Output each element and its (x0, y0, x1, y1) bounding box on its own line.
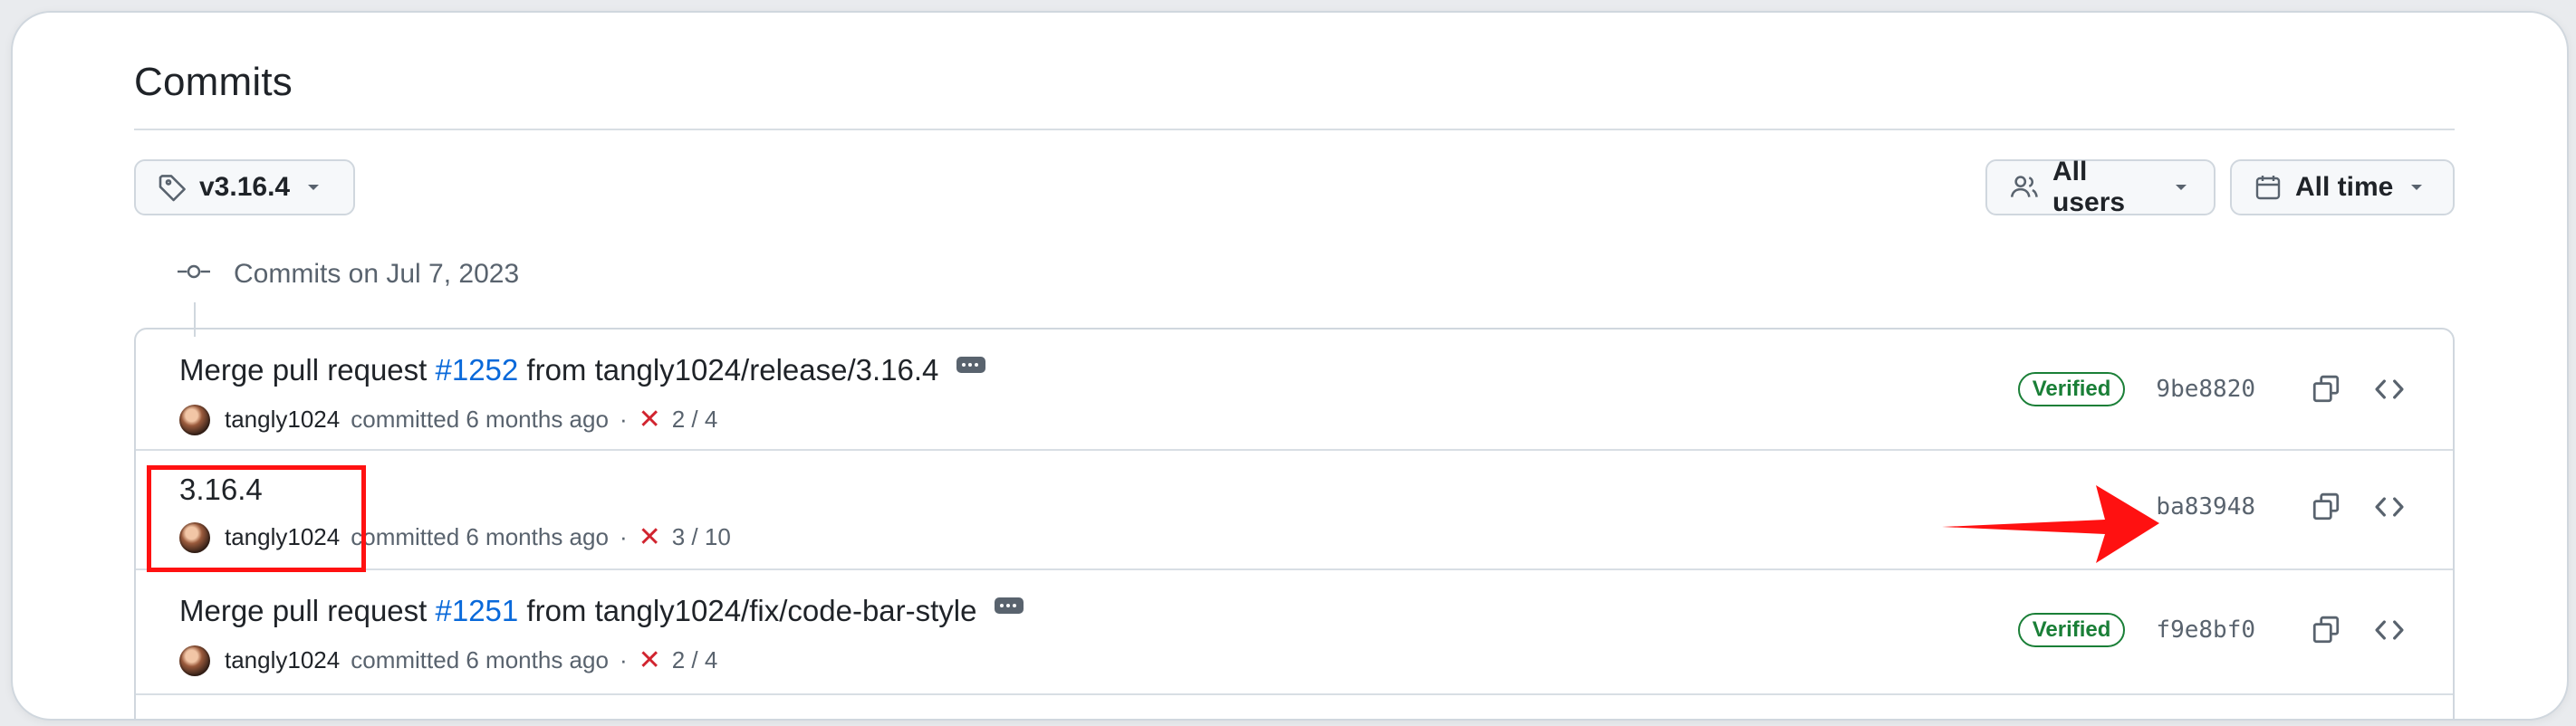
commit-sha-link[interactable]: f9e8bf0 (2156, 616, 2255, 644)
commit-time: committed 6 months ago (351, 406, 609, 433)
commit-time: committed 6 months ago (351, 646, 609, 673)
expand-description-button[interactable] (956, 357, 986, 373)
checks-count[interactable]: 2 / 4 (672, 646, 718, 674)
commit-actions: Verified 9be8820 (2017, 369, 2409, 409)
commit-author[interactable]: tangly1024 (225, 406, 340, 434)
code-browse-icon[interactable] (2369, 487, 2409, 527)
caret-down-icon (2170, 177, 2192, 198)
commit-row: Merge pull request #1252 from tangly1024… (136, 330, 2453, 451)
copy-icon[interactable] (2306, 369, 2346, 409)
annotation-highlight-box (147, 465, 366, 572)
pull-request-link[interactable]: #1252 (435, 353, 518, 387)
annotation-arrow-icon (1942, 485, 2159, 563)
pull-request-link[interactable]: #1251 (435, 594, 518, 628)
checks-count[interactable]: 3 / 10 (672, 523, 731, 551)
commit-title-suffix[interactable]: from tangly1024/fix/code-bar-style (518, 594, 976, 628)
ref-label: v3.16.4 (199, 172, 291, 202)
commit-title-prefix[interactable]: Merge pull request (179, 594, 435, 628)
x-icon[interactable]: ✕ (639, 521, 661, 553)
verified-badge[interactable]: Verified (2017, 372, 2126, 406)
users-filter-label: All users (2052, 157, 2126, 217)
commit-sha-link[interactable]: 9be8820 (2156, 376, 2255, 403)
commit-time: committed 6 months ago (351, 523, 609, 550)
copy-icon[interactable] (2306, 610, 2346, 650)
avatar[interactable] (179, 404, 210, 435)
caret-down-icon (2406, 177, 2427, 198)
caret-down-icon (303, 177, 324, 198)
checks-count[interactable]: 2 / 4 (672, 406, 718, 434)
x-icon[interactable]: ✕ (639, 404, 661, 435)
people-icon (2009, 172, 2040, 203)
commit-actions: Verified f9e8bf0 (2017, 610, 2409, 650)
x-icon[interactable]: ✕ (639, 645, 661, 676)
meta-separator: · (619, 523, 628, 550)
commit-meta: tangly1024 committed 6 months ago · ✕ 2 … (179, 645, 717, 676)
time-filter-button[interactable]: All time (2230, 159, 2455, 215)
commit-row: Merge pull request #1251 from tangly1024… (136, 570, 2453, 695)
tag-icon (158, 173, 187, 202)
code-browse-icon[interactable] (2369, 369, 2409, 409)
users-filter-button[interactable]: All users (1985, 157, 2216, 217)
commit-title[interactable]: Merge pull request #1252 from tangly1024… (179, 353, 986, 387)
commit-day-label: Commits on Jul 7, 2023 (234, 259, 520, 289)
code-browse-icon[interactable] (2369, 610, 2409, 650)
title-divider (134, 129, 2455, 130)
calendar-icon (2254, 173, 2283, 202)
commit-sha-link[interactable]: ba83948 (2156, 493, 2255, 521)
copy-icon[interactable] (2306, 487, 2346, 527)
meta-separator: · (619, 646, 628, 673)
verified-badge[interactable]: Verified (2017, 613, 2126, 647)
commit-author[interactable]: tangly1024 (225, 646, 340, 674)
git-commit-icon (178, 259, 210, 290)
time-filter-label: All time (2295, 172, 2394, 202)
browser-window: Commits v3.16.4 All users All time Commi… (11, 11, 2569, 721)
page-title: Commits (134, 60, 293, 104)
commit-title[interactable]: Merge pull request #1251 from tangly1024… (179, 594, 1024, 628)
commit-title-suffix[interactable]: from tangly1024/release/3.16.4 (518, 353, 938, 387)
expand-description-button[interactable] (995, 597, 1024, 614)
meta-separator: · (619, 406, 628, 433)
avatar[interactable] (179, 645, 210, 676)
commit-actions: ba83948 (2156, 487, 2409, 527)
branch-tag-selector-button[interactable]: v3.16.4 (134, 159, 355, 215)
commit-meta: tangly1024 committed 6 months ago · ✕ 2 … (179, 404, 717, 435)
commit-day-header: Commits on Jul 7, 2023 (178, 259, 519, 290)
commit-row (136, 695, 2453, 719)
commit-title-prefix[interactable]: Merge pull request (179, 353, 435, 387)
